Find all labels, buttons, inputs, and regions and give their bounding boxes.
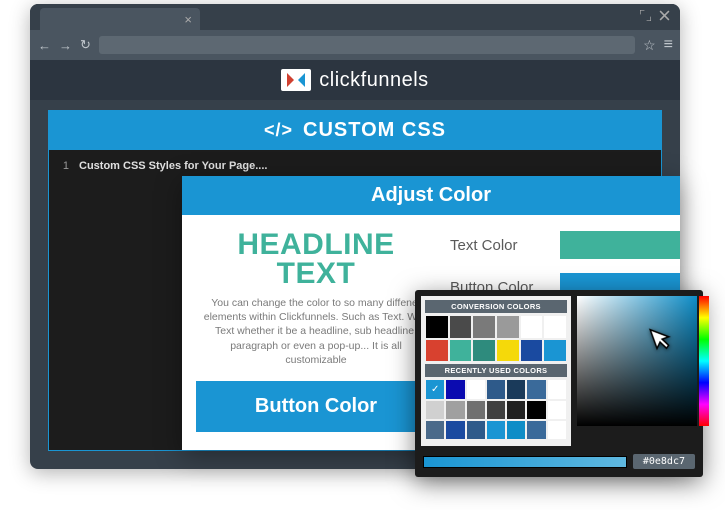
palette-swatch[interactable] bbox=[473, 316, 495, 338]
button-preview[interactable]: Button Color bbox=[196, 381, 436, 432]
palette-swatch[interactable] bbox=[527, 380, 545, 398]
modal-title: Adjust Color bbox=[182, 176, 680, 215]
palette-swatch[interactable] bbox=[527, 401, 545, 419]
palette-swatch[interactable] bbox=[544, 316, 566, 338]
color-option[interactable]: Text Color bbox=[450, 231, 680, 259]
palette-swatch[interactable] bbox=[521, 340, 543, 362]
conversion-colors-label: CONVERSION COLORS bbox=[425, 300, 567, 313]
pointer-cursor-icon bbox=[641, 318, 684, 366]
app-header: clickfunnels bbox=[30, 60, 680, 100]
palette-swatch[interactable] bbox=[450, 340, 472, 362]
browser-tab[interactable]: × bbox=[40, 8, 200, 30]
code-icon: </> bbox=[264, 120, 293, 141]
palette-swatch[interactable] bbox=[497, 316, 519, 338]
palette-swatch[interactable] bbox=[446, 401, 464, 419]
color-swatch[interactable] bbox=[560, 231, 680, 259]
option-label: Text Color bbox=[450, 237, 550, 254]
address-bar: ← → ↻ ☆ ≡ bbox=[30, 30, 680, 60]
palette-swatch[interactable] bbox=[467, 380, 485, 398]
palette-swatch[interactable] bbox=[473, 340, 495, 362]
back-button[interactable]: ← bbox=[38, 38, 51, 53]
palette-swatch[interactable] bbox=[426, 421, 444, 439]
palette-swatch[interactable] bbox=[467, 421, 485, 439]
headline-preview: HEADLINE TEXT bbox=[196, 231, 436, 288]
url-input[interactable] bbox=[99, 36, 635, 54]
description-text: You can change the color to so many diff… bbox=[196, 296, 436, 367]
palette-swatch[interactable] bbox=[527, 421, 545, 439]
reload-button[interactable]: ↻ bbox=[80, 37, 91, 53]
panel-header: </> CUSTOM CSS bbox=[49, 111, 661, 150]
palette-swatch[interactable] bbox=[426, 380, 444, 398]
code-line: 1 Custom CSS Styles for Your Page.... bbox=[49, 160, 661, 172]
picker-footer: #0e8dc7 bbox=[421, 452, 697, 471]
palette-swatch[interactable] bbox=[426, 316, 448, 338]
palette-swatch[interactable] bbox=[487, 380, 505, 398]
palette-column: CONVERSION COLORS RECENTLY USED COLORS bbox=[421, 296, 571, 446]
panel-title: CUSTOM CSS bbox=[303, 119, 446, 142]
palette-swatch[interactable] bbox=[450, 316, 472, 338]
color-picker: CONVERSION COLORS RECENTLY USED COLORS #… bbox=[415, 290, 703, 477]
conversion-grid bbox=[425, 313, 567, 364]
hue-bar[interactable] bbox=[423, 456, 627, 468]
palette-swatch[interactable] bbox=[487, 401, 505, 419]
palette-swatch[interactable] bbox=[497, 340, 519, 362]
palette-swatch[interactable] bbox=[544, 340, 566, 362]
hue-slider-vertical[interactable] bbox=[699, 296, 709, 426]
palette-swatch[interactable] bbox=[507, 421, 525, 439]
recent-grid bbox=[425, 377, 567, 442]
palette-swatch[interactable] bbox=[548, 401, 566, 419]
tab-bar: × bbox=[30, 4, 680, 30]
gradient-column bbox=[577, 296, 697, 446]
palette-swatch[interactable] bbox=[446, 380, 464, 398]
palette-swatch[interactable] bbox=[487, 421, 505, 439]
palette-swatch[interactable] bbox=[521, 316, 543, 338]
hex-value[interactable]: #0e8dc7 bbox=[633, 454, 695, 469]
palette-swatch[interactable] bbox=[446, 421, 464, 439]
palette-swatch[interactable] bbox=[548, 421, 566, 439]
logo-icon bbox=[281, 69, 311, 91]
palette-swatch[interactable] bbox=[507, 380, 525, 398]
palette-swatch[interactable] bbox=[426, 340, 448, 362]
window-controls bbox=[640, 10, 670, 21]
palette-swatch[interactable] bbox=[467, 401, 485, 419]
code-text: Custom CSS Styles for Your Page.... bbox=[79, 160, 267, 172]
palette-swatch[interactable] bbox=[548, 380, 566, 398]
bookmark-icon[interactable]: ☆ bbox=[643, 37, 656, 54]
preview-column: HEADLINE TEXT You can change the color t… bbox=[182, 215, 450, 450]
menu-icon[interactable]: ≡ bbox=[664, 36, 672, 54]
line-number: 1 bbox=[49, 160, 79, 172]
recent-colors-label: RECENTLY USED COLORS bbox=[425, 364, 567, 377]
palette-swatch[interactable] bbox=[426, 401, 444, 419]
expand-icon[interactable] bbox=[640, 10, 651, 21]
close-icon[interactable] bbox=[659, 10, 670, 21]
saturation-box[interactable] bbox=[577, 296, 697, 426]
brand-name: clickfunnels bbox=[319, 69, 428, 92]
forward-button[interactable]: → bbox=[59, 38, 72, 53]
palette-swatch[interactable] bbox=[507, 401, 525, 419]
close-tab-icon[interactable]: × bbox=[184, 12, 192, 27]
